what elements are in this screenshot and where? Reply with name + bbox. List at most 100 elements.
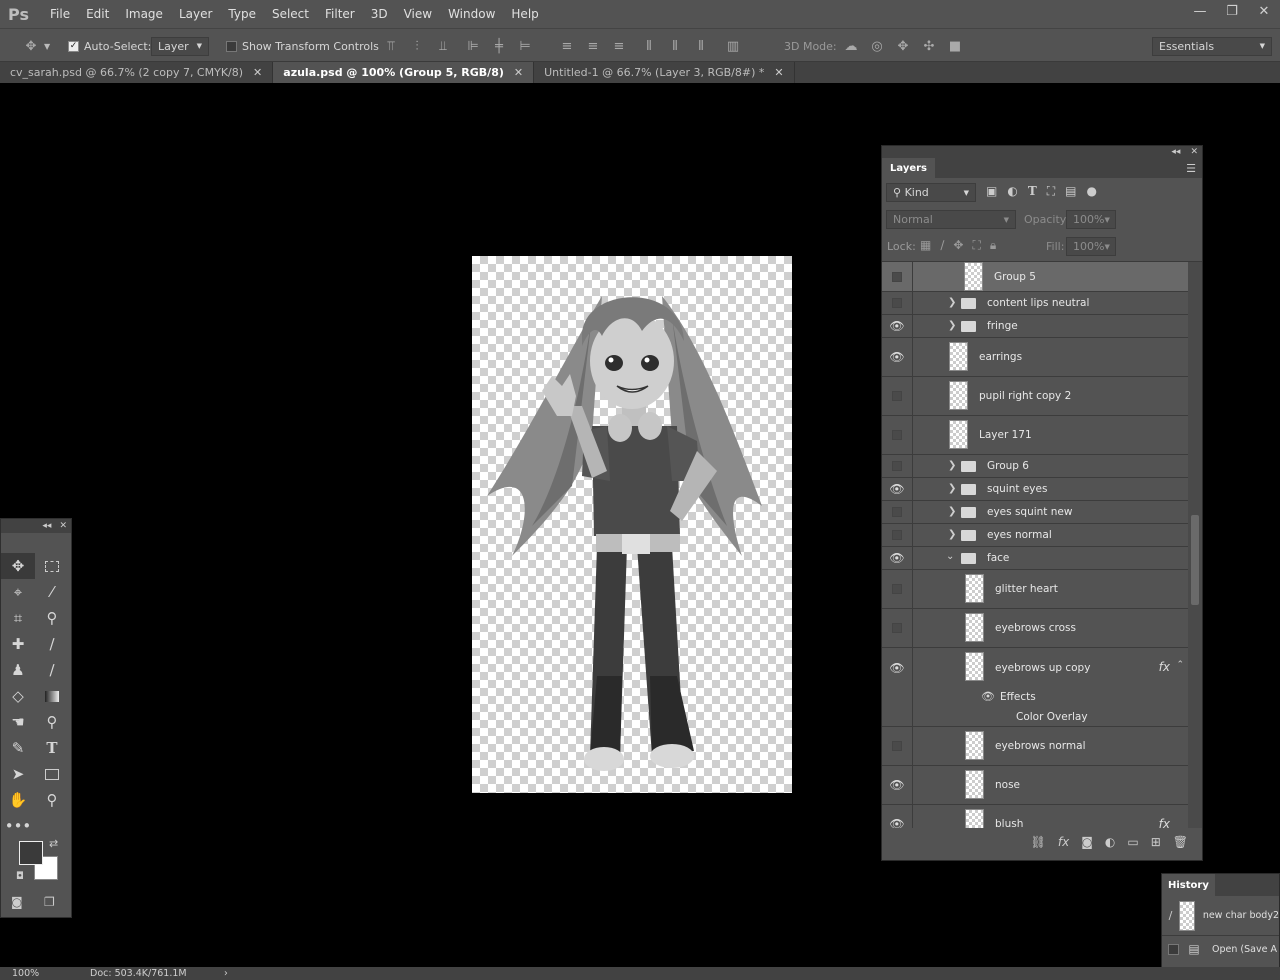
eyedropper-tool[interactable]: ⚲	[35, 605, 69, 631]
quick-mask-icon[interactable]: ◙	[11, 895, 23, 909]
foreground-color[interactable]	[19, 841, 43, 865]
history-brush-tool[interactable]: ∕	[35, 657, 69, 683]
crop-tool[interactable]: ⌗	[1, 605, 35, 631]
auto-select-checkbox[interactable]: ✓ Auto-Select:	[68, 29, 151, 63]
distribute-vcenter-icon[interactable]: ≡	[580, 39, 606, 54]
gradient-tool[interactable]	[35, 683, 69, 709]
checkbox-empty-icon[interactable]	[1167, 943, 1179, 955]
collapse-icon[interactable]: ◂◂	[1171, 147, 1180, 157]
lasso-tool[interactable]: ⌖	[1, 579, 35, 605]
swap-colors-icon[interactable]: ⇄	[49, 837, 58, 850]
healing-tool[interactable]: ✚	[1, 631, 35, 657]
layer-row[interactable]: 👁︎ eyebrows up copy fx ⌃	[882, 648, 1188, 687]
visibility-toggle[interactable]: 👁︎	[882, 547, 913, 569]
chevron-right-icon[interactable]: ❯	[948, 529, 956, 540]
align-bottom-icon[interactable]: ⫫	[430, 39, 456, 54]
doc-tab-cv-sarah[interactable]: cv_sarah.psd @ 66.7% (2 copy 7, CMYK/8) …	[0, 62, 274, 83]
menu-file[interactable]: File	[46, 7, 78, 21]
layer-row[interactable]: ❯ eyes normal	[882, 524, 1188, 547]
panel-menu-icon[interactable]: ☰	[1186, 162, 1196, 175]
tab-layers[interactable]: Layers	[882, 158, 935, 178]
layer-row[interactable]: eyebrows cross	[882, 609, 1188, 648]
effect-row[interactable]: Color Overlay	[882, 707, 1188, 727]
move-tool-preset[interactable]: ✥ ▼	[18, 29, 51, 63]
distribute-hcenter-icon[interactable]: ⦀	[662, 39, 688, 54]
visibility-toggle[interactable]	[882, 570, 913, 608]
3d-drag-icon[interactable]: ✥	[890, 39, 916, 54]
layer-row[interactable]: Group 5	[882, 262, 1188, 292]
workspace-dropdown[interactable]: Essentials ▼	[1152, 36, 1272, 56]
history-item[interactable]: ∕ new char body2	[1162, 896, 1279, 936]
lock-paint-icon[interactable]: ∕	[940, 238, 944, 253]
magic-wand-tool[interactable]: ⁄	[35, 579, 69, 605]
layer-row[interactable]: 👁︎ ❯ squint eyes	[882, 478, 1188, 501]
fill-field[interactable]: 100% ▼	[1066, 237, 1116, 256]
chevron-right-icon[interactable]: ›	[224, 968, 228, 979]
3d-slide-icon[interactable]: ✣	[916, 39, 942, 54]
clone-stamp-tool[interactable]: ♟	[1, 657, 35, 683]
visibility-toggle[interactable]	[882, 524, 913, 546]
visibility-toggle[interactable]: 👁︎	[882, 478, 913, 500]
menu-window[interactable]: Window	[440, 7, 503, 21]
history-brush-source-icon[interactable]: ∕	[1162, 909, 1179, 922]
type-tool[interactable]: T	[35, 735, 69, 761]
menu-edit[interactable]: Edit	[78, 7, 117, 21]
new-group-icon[interactable]: ▭	[1127, 835, 1138, 849]
auto-align-icon[interactable]: ▥	[720, 39, 746, 54]
zoom-level[interactable]: 100%	[12, 968, 72, 979]
pen-tool[interactable]: ✎	[1, 735, 35, 761]
lock-position-icon[interactable]: ✥	[953, 238, 963, 253]
chevron-right-icon[interactable]: ❯	[948, 506, 956, 517]
screen-mode-icon[interactable]: ❐	[44, 895, 55, 909]
trash-icon[interactable]: 🗑︎	[1173, 835, 1188, 849]
distribute-bottom-icon[interactable]: ≡	[606, 39, 632, 54]
layer-row[interactable]: ❯ content lips neutral	[882, 292, 1188, 315]
chevron-down-icon[interactable]: ⌄	[946, 551, 954, 562]
smart-object-filter-icon[interactable]: ▤	[1065, 184, 1076, 199]
menu-view[interactable]: View	[396, 7, 440, 21]
doc-tab-azula[interactable]: azula.psd @ 100% (Group 5, RGB/8) ✕	[273, 62, 535, 83]
visibility-toggle[interactable]: 👁︎	[882, 315, 913, 337]
new-layer-icon[interactable]: ⊞	[1151, 835, 1161, 849]
layer-row[interactable]: 👁︎ ⌄ face	[882, 547, 1188, 570]
show-transform-checkbox[interactable]: Show Transform Controls	[226, 29, 379, 63]
tab-history[interactable]: History	[1162, 874, 1215, 896]
visibility-toggle[interactable]: 👁︎	[882, 805, 913, 828]
eraser-tool[interactable]: ◇	[1, 683, 35, 709]
filter-toggle-icon[interactable]: ●	[1087, 184, 1097, 199]
move-tool[interactable]: ✥	[1, 553, 35, 579]
adjustment-filter-icon[interactable]: ◐	[1007, 184, 1017, 199]
align-vcenter-icon[interactable]: ⫶	[404, 39, 430, 54]
menu-help[interactable]: Help	[503, 7, 546, 21]
type-filter-icon[interactable]: T	[1028, 184, 1037, 199]
close-tab-icon[interactable]: ✕	[253, 66, 262, 79]
layer-row[interactable]: eyebrows normal	[882, 727, 1188, 766]
close-tab-icon[interactable]: ✕	[774, 66, 783, 79]
visibility-toggle[interactable]	[882, 377, 913, 415]
visibility-toggle[interactable]: 👁︎	[882, 648, 913, 687]
close-panel-icon[interactable]: ✕	[1190, 147, 1198, 157]
layer-row[interactable]: 👁︎ ❯ fringe	[882, 315, 1188, 338]
dodge-tool[interactable]: ⚲	[35, 709, 69, 735]
align-left-icon[interactable]: ⊫	[460, 39, 486, 54]
rectangle-tool[interactable]	[35, 761, 69, 787]
collapse-icon[interactable]: ◂◂	[42, 521, 51, 531]
visibility-toggle[interactable]	[882, 609, 913, 647]
visibility-toggle[interactable]: 👁︎	[882, 766, 913, 804]
layer-row[interactable]: 👁︎ nose	[882, 766, 1188, 805]
3d-scale-icon[interactable]: ■	[942, 39, 968, 54]
blur-tool[interactable]: ☚	[1, 709, 35, 735]
layer-row[interactable]: pupil right copy 2	[882, 377, 1188, 416]
chevron-right-icon[interactable]: ❯	[948, 483, 956, 494]
align-top-icon[interactable]: ⫪	[378, 39, 404, 54]
chevron-right-icon[interactable]: ❯	[948, 297, 956, 308]
brush-tool[interactable]: ∕	[35, 631, 69, 657]
menu-type[interactable]: Type	[220, 7, 264, 21]
menu-layer[interactable]: Layer	[171, 7, 220, 21]
more-tools[interactable]: •••	[1, 813, 35, 839]
restore-button[interactable]: ❐	[1216, 0, 1248, 22]
lock-transparent-icon[interactable]: ▦	[920, 238, 931, 253]
close-window-button[interactable]: ✕	[1248, 0, 1280, 22]
menu-image[interactable]: Image	[117, 7, 171, 21]
layer-row[interactable]: ❯ Group 6	[882, 455, 1188, 478]
